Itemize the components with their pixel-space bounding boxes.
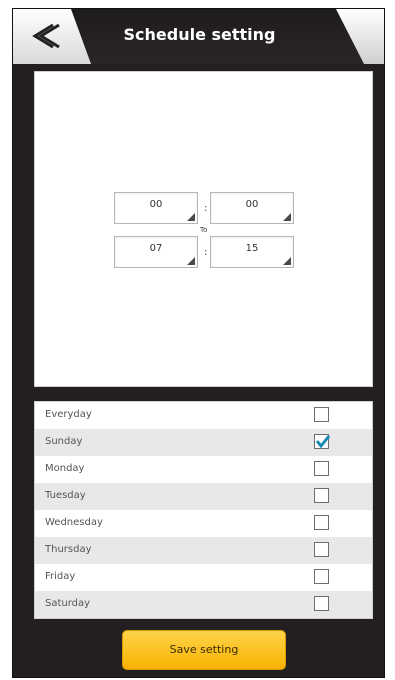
start-hour-value: 00 <box>149 199 163 210</box>
save-setting-button[interactable]: Save setting <box>122 630 286 670</box>
day-label: Everyday <box>45 409 92 420</box>
day-row-tuesday[interactable]: Tuesday <box>35 483 372 510</box>
day-row-friday[interactable]: Friday <box>35 564 372 591</box>
start-minute-value: 00 <box>245 199 259 210</box>
day-label: Monday <box>45 463 85 474</box>
day-checkbox[interactable] <box>314 515 329 530</box>
time-separator: : <box>204 247 208 258</box>
end-hour-value: 07 <box>149 243 163 254</box>
day-checkbox[interactable] <box>314 407 329 422</box>
end-hour-field[interactable]: 07 <box>114 236 198 268</box>
header-bar: Schedule setting <box>13 9 384 64</box>
start-hour-field[interactable]: 00 <box>114 192 198 224</box>
app-screen: Schedule setting 00 : 00 To 07 : 15 Ever… <box>12 8 385 678</box>
day-checkbox[interactable] <box>314 569 329 584</box>
day-row-monday[interactable]: Monday <box>35 456 372 483</box>
day-row-wednesday[interactable]: Wednesday <box>35 510 372 537</box>
page-title: Schedule setting <box>123 25 276 44</box>
day-label: Friday <box>45 571 76 582</box>
day-checkbox[interactable] <box>314 461 329 476</box>
time-separator: : <box>204 203 208 214</box>
day-checkbox[interactable] <box>314 434 331 449</box>
day-checkbox[interactable] <box>314 488 329 503</box>
day-row-sunday[interactable]: Sunday <box>35 429 372 456</box>
day-row-saturday[interactable]: Saturday <box>35 591 372 618</box>
time-range-panel: 00 : 00 To 07 : 15 <box>34 71 373 387</box>
day-label: Sunday <box>45 436 83 447</box>
dropdown-corner-icon <box>283 213 291 221</box>
day-label: Saturday <box>45 598 91 609</box>
dropdown-corner-icon <box>187 213 195 221</box>
start-minute-field[interactable]: 00 <box>210 192 294 224</box>
dropdown-corner-icon <box>283 257 291 265</box>
end-minute-field[interactable]: 15 <box>210 236 294 268</box>
day-row-everyday[interactable]: Everyday <box>35 402 372 429</box>
day-label: Wednesday <box>45 517 103 528</box>
day-checkbox[interactable] <box>314 596 329 611</box>
to-label: To <box>200 226 208 234</box>
day-label: Thursday <box>45 544 92 555</box>
dropdown-corner-icon <box>187 257 195 265</box>
day-checkbox[interactable] <box>314 542 329 557</box>
day-row-thursday[interactable]: Thursday <box>35 537 372 564</box>
end-minute-value: 15 <box>245 243 259 254</box>
days-list: Everyday Sunday Monday Tuesday Wednesday <box>34 401 373 619</box>
day-label: Tuesday <box>45 490 86 501</box>
